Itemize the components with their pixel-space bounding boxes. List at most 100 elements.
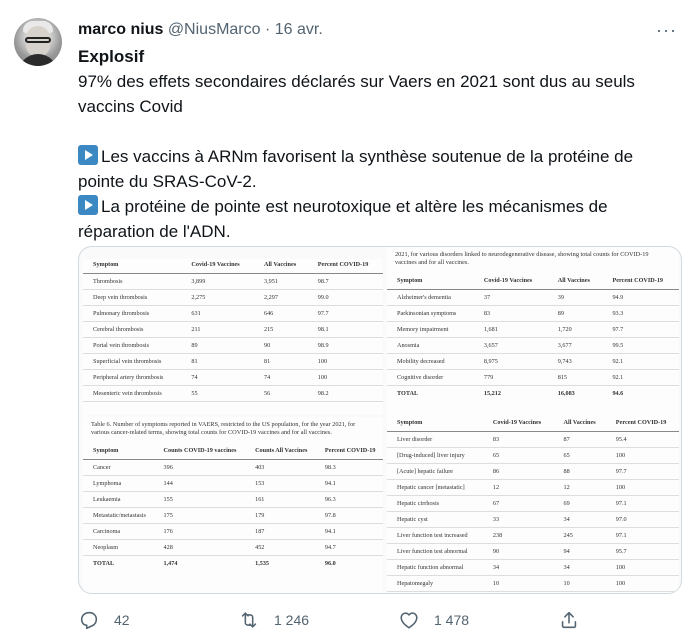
table-cell: 2,275 — [181, 289, 254, 307]
table-cell: 33 — [482, 511, 554, 529]
table-cell: 1,681 — [473, 321, 548, 339]
share-button[interactable] — [558, 606, 580, 634]
table-header: Covid-19 Vaccines — [482, 417, 554, 433]
table-row: Thrombosis 3,899 3,951 98.7 — [83, 273, 383, 291]
table-cell: Alzheimer's dementia — [387, 289, 474, 307]
table-cell: 98.7 — [307, 273, 383, 291]
table-cell: 74 — [253, 369, 308, 387]
table-cell: Hepatomegaly — [387, 575, 483, 593]
table-cell: 90 — [253, 337, 308, 355]
tweet-bullet-1: Les vaccins à ARNm favorisent la synthès… — [78, 144, 678, 194]
like-button[interactable]: 1 478 — [398, 606, 469, 634]
table-row: Peripheral artery thrombosis 74 74 100 — [83, 369, 383, 387]
table-cell: Parkinsonian symptoms — [387, 305, 474, 323]
play-button-emoji-icon — [78, 195, 98, 215]
table-cell: 97.7 — [602, 321, 679, 339]
table-cell: 100 — [307, 369, 383, 387]
table-cell: 97.0 — [605, 511, 679, 529]
table-cell: Cancer — [83, 459, 154, 477]
table-row: Hepatomegaly 10 10 100 — [387, 575, 679, 593]
table-row: Parkinsonian symptoms 83 89 93.3 — [387, 305, 679, 323]
table-cell: 56 — [253, 385, 308, 403]
table-cell: 94 — [553, 543, 606, 561]
table-cell: 83 — [482, 431, 554, 449]
table-cell: 89 — [181, 337, 254, 355]
table-row: Alzheimer's dementia 37 39 94.9 — [387, 289, 679, 307]
table-cell: 9,743 — [547, 353, 603, 371]
table-cell: 94.9 — [602, 289, 679, 307]
table-cell: 1,535 — [245, 555, 315, 572]
table-cell: 1,720 — [547, 321, 603, 339]
table-cell: 99.5 — [602, 337, 679, 355]
table-header: Symptom — [387, 275, 474, 291]
table-row: Neoplasm 428 452 94.7 — [83, 539, 383, 557]
retweet-button[interactable]: 1 246 — [238, 606, 309, 634]
table-row: Mobility decreased 8,975 9,743 92.1 — [387, 353, 679, 371]
table-header: Counts COVID-19 vaccines — [153, 445, 246, 461]
table-header: Covid-19 Vaccines — [473, 275, 548, 291]
tweet-image[interactable]: Symptom Covid-19 Vaccines All Vaccines P… — [78, 246, 682, 594]
table-caption: 2021, for various disorders linked to ne… — [395, 251, 649, 266]
table-cell: 65 — [553, 447, 606, 465]
table-cell: Cognitive disorder — [387, 369, 474, 387]
table-cell: 215 — [253, 321, 308, 339]
table-row: Memory impairment 1,681 1,720 97.7 — [387, 321, 679, 339]
table-header: Counts All Vaccines — [245, 445, 315, 461]
table-cell: 97.1 — [605, 527, 679, 545]
cancer-table: Symptom Counts COVID-19 vaccines Counts … — [83, 445, 383, 572]
table-cell: 3,951 — [253, 273, 308, 291]
table-cell: 97.7 — [307, 305, 383, 323]
table-cell: 34 — [482, 559, 554, 577]
more-options-icon[interactable]: ··· — [656, 18, 677, 42]
table-header: Percent COVID-19 — [605, 417, 679, 433]
table-cell: TOTAL — [387, 385, 474, 402]
table-cell: 815 — [547, 369, 603, 387]
tweet-title: Explosif — [78, 47, 145, 66]
table-header: All Vaccines — [547, 275, 603, 291]
table-cell: Hepatic cyst — [387, 511, 483, 529]
tweet-actions: 42 1 246 1 478 — [78, 606, 678, 634]
table-cell: 245 — [553, 527, 606, 545]
table-cell: 100 — [605, 447, 679, 465]
table-cell: 83 — [473, 305, 548, 323]
table-cell: 98.2 — [307, 385, 383, 403]
share-icon — [561, 611, 577, 629]
table-cell: TOTAL — [83, 555, 154, 572]
reply-button[interactable]: 42 — [78, 606, 130, 634]
table-cell: 3,657 — [473, 337, 548, 355]
tweet: marco nius @NiusMarco · 16 avr. ··· Expl… — [0, 0, 697, 642]
table-row: Hepatic function abnormal 34 34 100 — [387, 559, 679, 577]
bullet-2-text: La protéine de pointe est neurotoxique e… — [78, 197, 608, 241]
table-cell: 631 — [181, 305, 254, 323]
table-row: Hepatic cirrhosis 67 69 97.1 — [387, 495, 679, 513]
play-button-emoji-icon — [78, 145, 98, 165]
table-row: Carcinoma 176 187 94.1 — [83, 523, 383, 541]
author-handle[interactable]: @NiusMarco — [168, 21, 261, 38]
tweet-bullet-2: La protéine de pointe est neurotoxique e… — [78, 194, 678, 244]
table-cell: 96.3 — [314, 491, 383, 509]
table-cell: 100 — [605, 559, 679, 577]
avatar[interactable] — [14, 18, 62, 66]
table-cell: 67 — [482, 495, 554, 513]
table-row: Liver function test increased 238 245 97.1 — [387, 527, 679, 545]
table-caption: Table 6. Number of symptoms reported in … — [91, 421, 356, 436]
table-row: Superficial vein thrombosis 81 81 100 — [83, 353, 383, 371]
table-header: All Vaccines — [253, 259, 308, 275]
table-cell: 90 — [482, 543, 554, 561]
table-cell: 428 — [153, 539, 246, 557]
table-cell: Metastatic/metastasis — [83, 507, 154, 525]
table-cell: [Drug-induced] liver injury — [387, 447, 483, 465]
bullet-1-text: Les vaccins à ARNm favorisent la synthès… — [78, 147, 634, 191]
table-cell: 94.7 — [314, 539, 383, 557]
table-cell: Liver function test increased — [387, 527, 483, 545]
tweet-date[interactable]: 16 avr. — [275, 21, 323, 38]
table-cell: 100 — [605, 575, 679, 593]
table-header: Symptom — [83, 259, 182, 275]
liver-table-panel: Symptom Covid-19 Vaccines All Vaccines P… — [387, 417, 679, 593]
separator-dot: · — [264, 21, 271, 38]
table-cell: 238 — [482, 527, 554, 545]
table-cell: Memory impairment — [387, 321, 474, 339]
table-cell: 779 — [473, 369, 548, 387]
author-name[interactable]: marco nius — [78, 21, 163, 38]
table-cell: 175 — [153, 507, 246, 525]
